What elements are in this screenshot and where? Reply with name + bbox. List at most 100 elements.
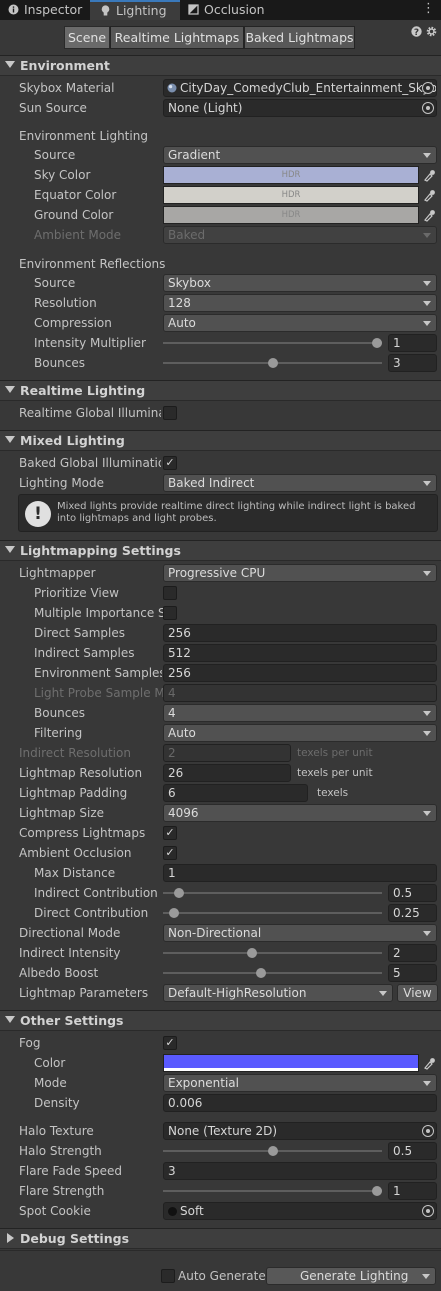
- intensity-multiplier-input[interactable]: 1: [388, 334, 437, 352]
- realtime-lightmaps-tab-button[interactable]: Realtime Lightmaps: [110, 26, 244, 49]
- fog-label: Fog: [19, 1036, 41, 1050]
- chevron-down-icon: [423, 481, 431, 486]
- indirect-intensity-input[interactable]: 2: [388, 944, 437, 962]
- scene-tab-button[interactable]: Scene: [64, 26, 110, 49]
- more-options-icon[interactable]: ⋮: [422, 2, 435, 16]
- auto-generate-label: Auto Generate: [178, 1269, 266, 1283]
- halo-texture-field[interactable]: None (Texture 2D): [163, 1122, 437, 1140]
- foldout-open-icon: [5, 61, 15, 68]
- slider-thumb[interactable]: [372, 1186, 382, 1196]
- lightmapper-dropdown[interactable]: Progressive CPU: [163, 564, 437, 582]
- indirect-resolution-unit: texels per unit: [297, 747, 373, 759]
- object-picker-icon[interactable]: [422, 102, 434, 114]
- resolution-dropdown[interactable]: 128: [163, 294, 437, 312]
- debug-settings-section-header[interactable]: Debug Settings: [0, 1228, 441, 1249]
- refl-source-label: Source: [34, 276, 76, 290]
- indirect-samples-input[interactable]: 512: [163, 644, 437, 662]
- lightmapper-label: Lightmapper: [19, 566, 96, 580]
- object-picker-icon[interactable]: [422, 1125, 434, 1137]
- skybox-material-field[interactable]: CityDay_ComedyClub_Entertainment_Skyb: [163, 79, 437, 97]
- tab-inspector[interactable]: Inspector: [0, 0, 88, 20]
- other-settings-section-header[interactable]: Other Settings: [0, 1010, 441, 1031]
- chevron-down-icon[interactable]: [422, 1274, 430, 1279]
- refl-bounces-input[interactable]: 3: [388, 354, 437, 372]
- compression-dropdown[interactable]: Auto: [163, 314, 437, 332]
- tab-occlusion[interactable]: Occlusion: [182, 0, 274, 20]
- env-source-dropdown[interactable]: Gradient: [163, 146, 437, 164]
- slider-track[interactable]: [163, 952, 382, 954]
- fog-mode-value: Exponential: [168, 1076, 239, 1090]
- compress-lightmaps-checkbox[interactable]: ✓: [163, 826, 177, 840]
- indirect-contribution-input[interactable]: 0.5: [388, 884, 437, 902]
- window-tab-bar: Inspector Lighting Occlusion ⋮: [0, 0, 441, 20]
- eyedropper-icon[interactable]: [423, 208, 435, 222]
- occlusion-icon: [188, 4, 199, 15]
- object-picker-icon[interactable]: [422, 82, 434, 94]
- lightmap-padding-label: Lightmap Padding: [19, 786, 128, 800]
- fog-checkbox[interactable]: ✓: [163, 1036, 177, 1050]
- lightmap-size-dropdown[interactable]: 4096: [163, 804, 437, 822]
- mixed-lighting-section-header[interactable]: Mixed Lighting: [0, 430, 441, 451]
- slider-thumb[interactable]: [268, 1146, 278, 1156]
- multiple-importance-sampling-checkbox[interactable]: [163, 606, 177, 620]
- environment-section-header[interactable]: Environment: [0, 55, 441, 76]
- flare-strength-input[interactable]: 1: [388, 1182, 437, 1200]
- realtime-gi-checkbox[interactable]: [163, 406, 177, 420]
- slider-track[interactable]: [163, 342, 382, 344]
- lightmap-parameters-dropdown[interactable]: Default-HighResolution: [163, 984, 393, 1002]
- lm-bounces-dropdown[interactable]: 4: [163, 704, 437, 722]
- slider-track[interactable]: [163, 972, 382, 974]
- generate-lighting-button[interactable]: Generate Lighting: [266, 1267, 436, 1285]
- direct-contribution-input[interactable]: 0.25: [388, 904, 437, 922]
- warning-icon: !: [25, 501, 51, 527]
- lighting-mode-dropdown[interactable]: Baked Indirect: [163, 474, 437, 492]
- albedo-boost-input[interactable]: 5: [388, 964, 437, 982]
- environment-samples-input[interactable]: 256: [163, 664, 437, 682]
- slider-thumb[interactable]: [169, 908, 179, 918]
- slider-track[interactable]: [163, 912, 382, 914]
- lightmap-padding-input[interactable]: 6: [163, 784, 308, 802]
- fog-color-label: Color: [34, 1056, 66, 1070]
- prioritize-view-checkbox[interactable]: [163, 586, 177, 600]
- fog-mode-dropdown[interactable]: Exponential: [163, 1074, 437, 1092]
- slider-track[interactable]: [163, 892, 382, 894]
- auto-generate-checkbox[interactable]: [161, 1269, 175, 1283]
- section-title: Lightmapping Settings: [20, 543, 181, 558]
- object-picker-icon[interactable]: [422, 1205, 434, 1217]
- slider-track[interactable]: [163, 1190, 382, 1192]
- slider-thumb[interactable]: [268, 358, 278, 368]
- slider-thumb[interactable]: [256, 968, 266, 978]
- slider-thumb[interactable]: [372, 338, 382, 348]
- equator-color-swatch[interactable]: HDR: [163, 186, 419, 204]
- chevron-down-icon: [423, 281, 431, 286]
- directional-mode-dropdown[interactable]: Non-Directional: [163, 924, 437, 942]
- flare-fade-speed-input[interactable]: 3: [163, 1162, 437, 1180]
- slider-thumb[interactable]: [247, 948, 257, 958]
- halo-strength-input[interactable]: 0.5: [388, 1142, 437, 1160]
- lightmapping-settings-section-header[interactable]: Lightmapping Settings: [0, 540, 441, 561]
- view-button[interactable]: View: [397, 984, 438, 1002]
- slider-thumb[interactable]: [174, 888, 184, 898]
- realtime-lighting-section-header[interactable]: Realtime Lighting: [0, 380, 441, 401]
- fog-density-input[interactable]: 0.006: [163, 1094, 437, 1112]
- eyedropper-icon[interactable]: [423, 188, 435, 202]
- halo-texture-value: None (Texture 2D): [168, 1124, 278, 1138]
- lightmap-resolution-input[interactable]: 26: [163, 764, 291, 782]
- eyedropper-icon[interactable]: [423, 168, 435, 182]
- refl-source-dropdown[interactable]: Skybox: [163, 274, 437, 292]
- ground-color-swatch[interactable]: HDR: [163, 206, 419, 224]
- filtering-dropdown[interactable]: Auto: [163, 724, 437, 742]
- gear-icon[interactable]: [426, 26, 437, 37]
- fog-color-swatch[interactable]: [163, 1054, 419, 1072]
- ambient-occlusion-checkbox[interactable]: ✓: [163, 846, 177, 860]
- max-distance-input[interactable]: 1: [163, 864, 437, 882]
- baked-lightmaps-tab-button[interactable]: Baked Lightmaps: [244, 26, 355, 49]
- help-icon[interactable]: ?: [411, 26, 422, 37]
- tab-lighting[interactable]: Lighting: [90, 0, 180, 20]
- eyedropper-icon[interactable]: [423, 1056, 435, 1070]
- baked-gi-checkbox[interactable]: ✓: [163, 456, 177, 470]
- sky-color-swatch[interactable]: HDR: [163, 166, 419, 184]
- spot-cookie-field[interactable]: Soft: [163, 1202, 437, 1220]
- direct-samples-input[interactable]: 256: [163, 624, 437, 642]
- sun-source-field[interactable]: None (Light): [163, 99, 437, 117]
